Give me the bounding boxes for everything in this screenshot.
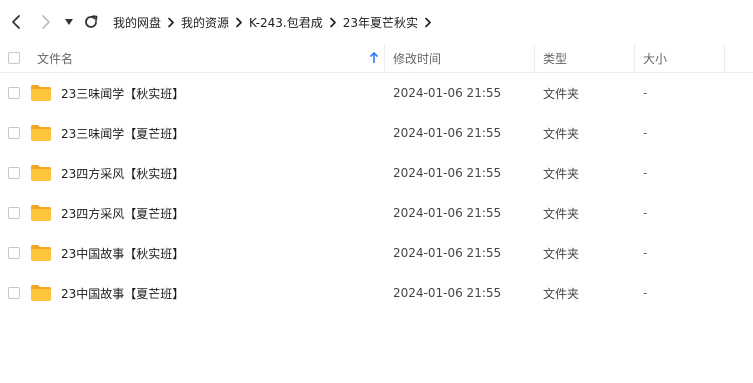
file-size: - — [643, 246, 648, 260]
folder-icon — [31, 285, 51, 301]
breadcrumb-item-my-drive[interactable]: 我的网盘 — [113, 14, 161, 31]
breadcrumb: 我的网盘 我的资源 K-243.包君成 23年夏芒秋实 — [113, 0, 438, 44]
file-name[interactable]: 23四方采风【夏芒班】 — [61, 193, 184, 233]
file-row[interactable]: 23中国故事【秋实班】 2024-01-06 21:55 文件夹 - — [0, 233, 753, 273]
file-type: 文件夹 — [543, 166, 580, 181]
column-divider[interactable] — [724, 44, 725, 72]
file-size: - — [643, 126, 648, 140]
folder-icon — [31, 245, 51, 261]
breadcrumb-item-my-resources[interactable]: 我的资源 — [181, 14, 229, 31]
file-type: 文件夹 — [543, 246, 580, 261]
row-checkbox[interactable] — [8, 127, 20, 139]
chevron-right-icon — [229, 15, 249, 29]
file-name[interactable]: 23中国故事【夏芒班】 — [61, 273, 184, 313]
refresh-button[interactable] — [81, 12, 101, 32]
file-size: - — [643, 206, 648, 220]
column-divider[interactable] — [384, 44, 385, 72]
breadcrumb-item-k243[interactable]: K-243.包君成 — [249, 14, 323, 31]
row-checkbox[interactable] — [8, 167, 20, 179]
breadcrumb-item-current-folder[interactable]: 23年夏芒秋实 — [343, 14, 418, 31]
file-row[interactable]: 23中国故事【夏芒班】 2024-01-06 21:55 文件夹 - — [0, 273, 753, 313]
file-type: 文件夹 — [543, 286, 580, 301]
file-name[interactable]: 23中国故事【秋实班】 — [61, 233, 184, 273]
select-all-checkbox[interactable] — [8, 52, 20, 64]
file-row[interactable]: 23四方采风【夏芒班】 2024-01-06 21:55 文件夹 - — [0, 193, 753, 233]
column-header-type[interactable]: 类型 — [543, 44, 567, 72]
file-list-header: 文件名 修改时间 类型 大小 — [0, 44, 753, 73]
caret-down-icon — [65, 19, 73, 25]
forward-button[interactable] — [36, 12, 56, 32]
file-size: - — [643, 286, 648, 300]
refresh-icon — [85, 15, 98, 28]
file-modified: 2024-01-06 21:55 — [393, 246, 502, 260]
toolbar: 我的网盘 我的资源 K-243.包君成 23年夏芒秋实 — [0, 0, 753, 44]
row-checkbox[interactable] — [8, 87, 20, 99]
row-checkbox[interactable] — [8, 287, 20, 299]
file-name[interactable]: 23四方采风【秋实班】 — [61, 153, 184, 193]
chevron-right-icon — [161, 15, 181, 29]
file-modified: 2024-01-06 21:55 — [393, 286, 502, 300]
folder-icon — [31, 125, 51, 141]
row-checkbox[interactable] — [8, 247, 20, 259]
sort-ascending-icon[interactable] — [369, 52, 379, 64]
column-header-modified[interactable]: 修改时间 — [393, 44, 441, 72]
select-all-cell — [8, 44, 20, 72]
chevron-right-icon — [42, 15, 50, 29]
file-row[interactable]: 23三味闻学【夏芒班】 2024-01-06 21:55 文件夹 - — [0, 113, 753, 153]
file-name[interactable]: 23三味闻学【秋实班】 — [61, 73, 184, 113]
back-button[interactable] — [6, 12, 26, 32]
file-modified: 2024-01-06 21:55 — [393, 126, 502, 140]
file-type: 文件夹 — [543, 206, 580, 221]
column-divider[interactable] — [634, 44, 635, 72]
file-size: - — [643, 166, 648, 180]
chevron-left-icon — [12, 15, 20, 29]
history-dropdown-button[interactable] — [60, 12, 78, 32]
file-modified: 2024-01-06 21:55 — [393, 206, 502, 220]
file-size: - — [643, 86, 648, 100]
chevron-right-icon — [323, 15, 343, 29]
column-header-size[interactable]: 大小 — [643, 44, 667, 72]
file-modified: 2024-01-06 21:55 — [393, 86, 502, 100]
column-divider[interactable] — [534, 44, 535, 72]
file-type: 文件夹 — [543, 126, 580, 141]
file-name[interactable]: 23三味闻学【夏芒班】 — [61, 113, 184, 153]
file-row[interactable]: 23三味闻学【秋实班】 2024-01-06 21:55 文件夹 - — [0, 73, 753, 113]
folder-icon — [31, 205, 51, 221]
folder-icon — [31, 85, 51, 101]
chevron-right-icon[interactable] — [418, 15, 438, 29]
file-type: 文件夹 — [543, 86, 580, 101]
file-row[interactable]: 23四方采风【秋实班】 2024-01-06 21:55 文件夹 - — [0, 153, 753, 193]
row-checkbox[interactable] — [8, 207, 20, 219]
file-modified: 2024-01-06 21:55 — [393, 166, 502, 180]
folder-icon — [31, 165, 51, 181]
column-header-name[interactable]: 文件名 — [37, 44, 73, 72]
